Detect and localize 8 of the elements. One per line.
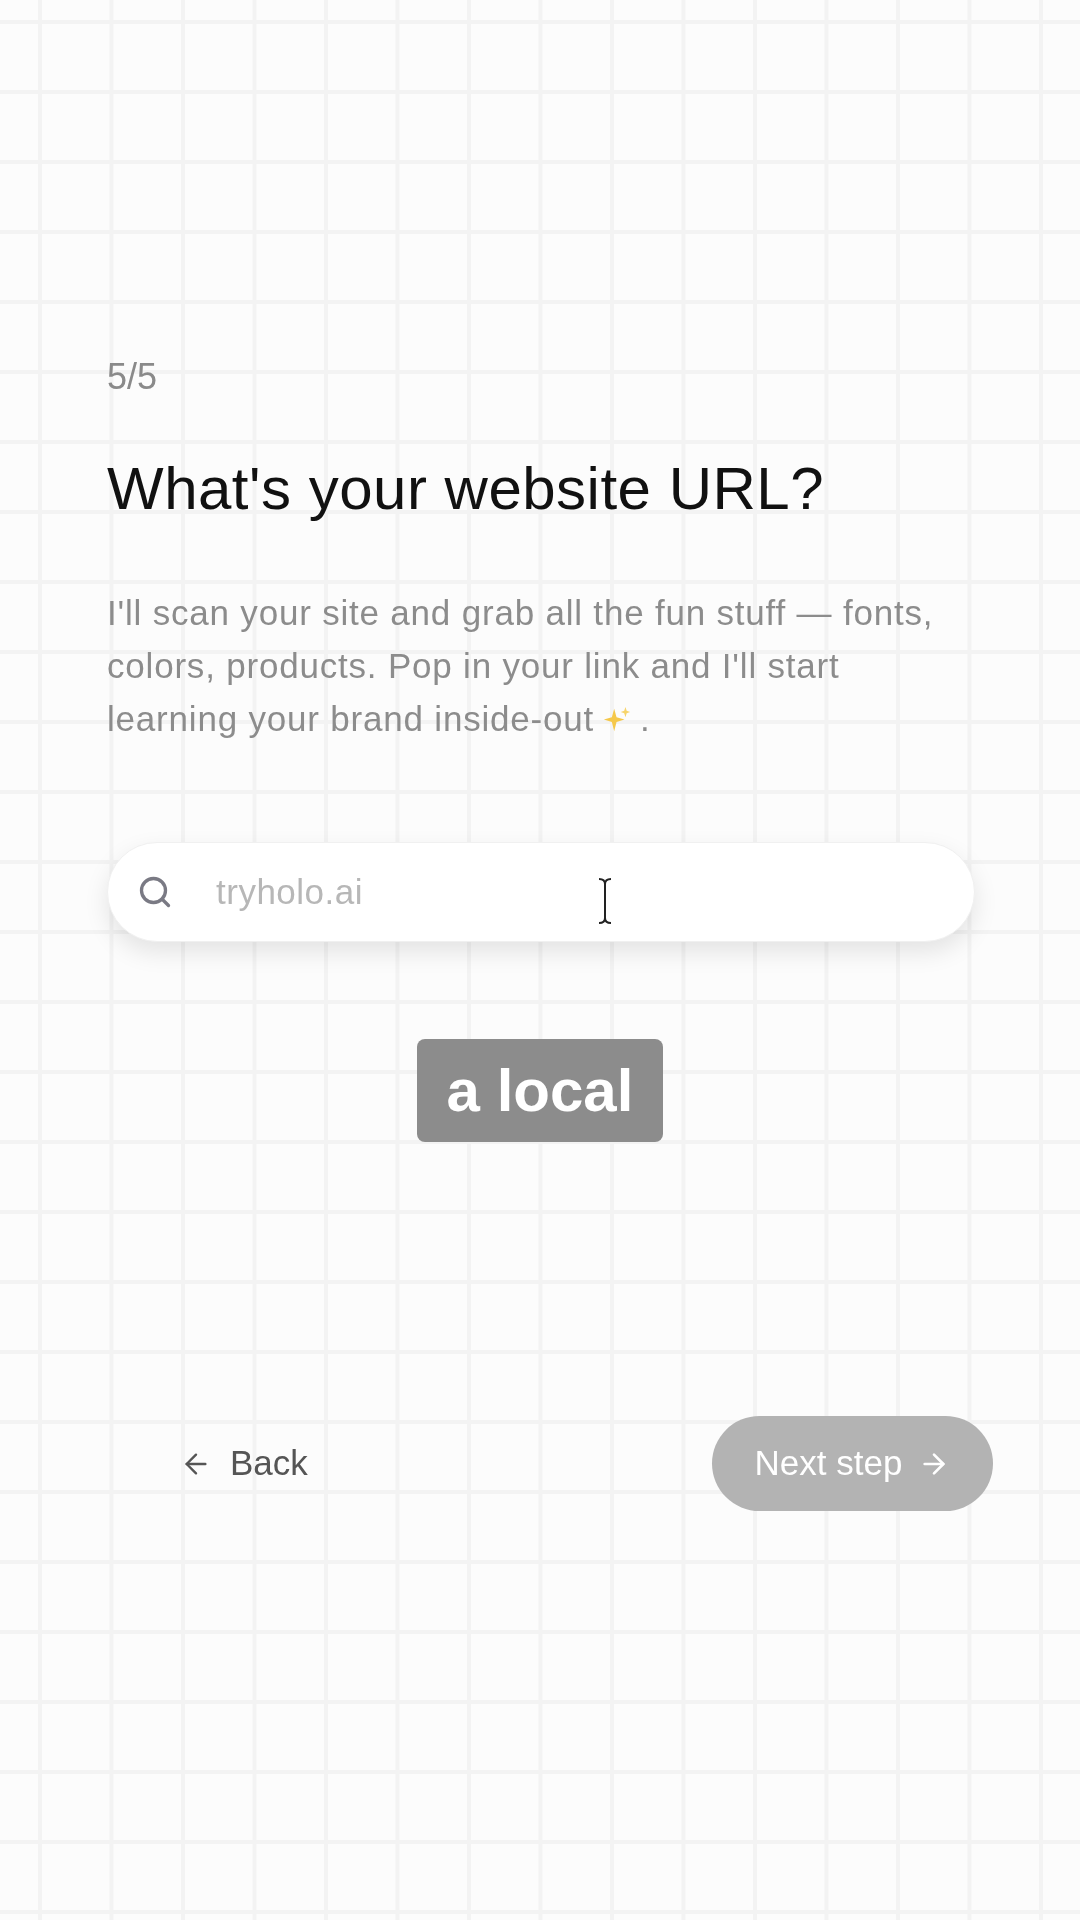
step-counter: 5/5 xyxy=(107,356,158,398)
description-text: I'll scan your site and grab all the fun stuff — fonts, colors, products. Pop in your link and I'll start learning your brand inside-out . xyxy=(107,592,935,740)
search-icon xyxy=(137,874,173,910)
page-title: What's your website URL? xyxy=(107,454,825,524)
text-cursor-icon xyxy=(598,878,612,924)
back-button[interactable]: Back xyxy=(180,1437,308,1490)
video-caption: a local xyxy=(416,1039,664,1142)
url-field[interactable]: tryholo.ai xyxy=(107,842,975,942)
